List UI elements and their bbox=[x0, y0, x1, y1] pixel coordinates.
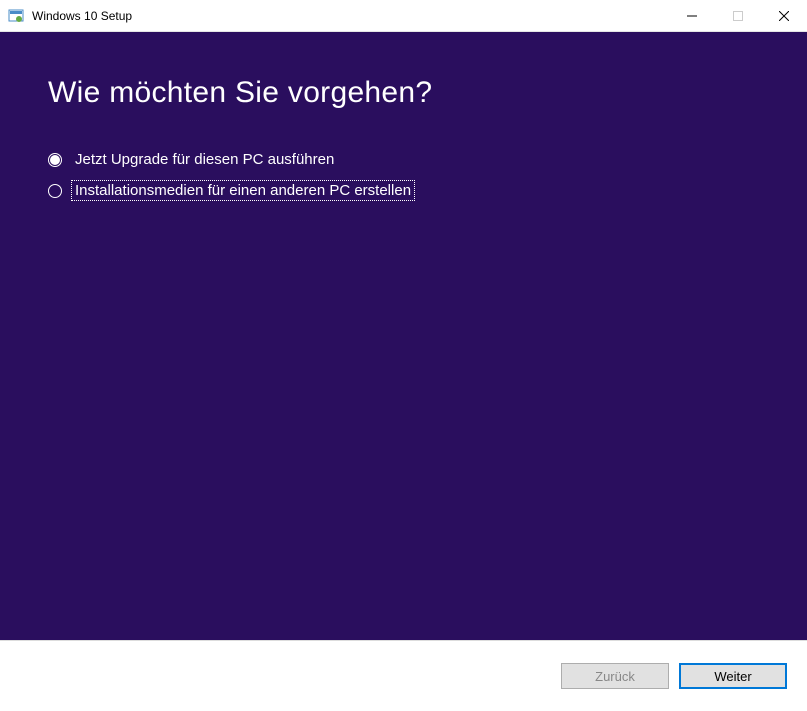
titlebar: Windows 10 Setup bbox=[0, 0, 807, 32]
maximize-button bbox=[715, 0, 761, 31]
radio-icon bbox=[48, 153, 62, 167]
close-button[interactable] bbox=[761, 0, 807, 31]
minimize-button[interactable] bbox=[669, 0, 715, 31]
window-title: Windows 10 Setup bbox=[32, 9, 669, 23]
window-controls bbox=[669, 0, 807, 31]
option-upgrade-this-pc[interactable]: Jetzt Upgrade für diesen PC ausführen bbox=[48, 150, 759, 169]
wizard-footer: Zurück Weiter bbox=[0, 640, 807, 711]
option-label: Installationsmedien für einen anderen PC… bbox=[72, 181, 414, 200]
next-button[interactable]: Weiter bbox=[679, 663, 787, 689]
option-create-installation-media[interactable]: Installationsmedien für einen anderen PC… bbox=[48, 181, 759, 200]
options-group: Jetzt Upgrade für diesen PC ausführen In… bbox=[48, 150, 759, 200]
radio-icon bbox=[48, 184, 62, 198]
page-heading: Wie möchten Sie vorgehen? bbox=[48, 76, 759, 110]
app-icon bbox=[8, 8, 24, 24]
back-button: Zurück bbox=[561, 663, 669, 689]
option-label: Jetzt Upgrade für diesen PC ausführen bbox=[72, 150, 337, 169]
wizard-content: Wie möchten Sie vorgehen? Jetzt Upgrade … bbox=[0, 32, 807, 640]
